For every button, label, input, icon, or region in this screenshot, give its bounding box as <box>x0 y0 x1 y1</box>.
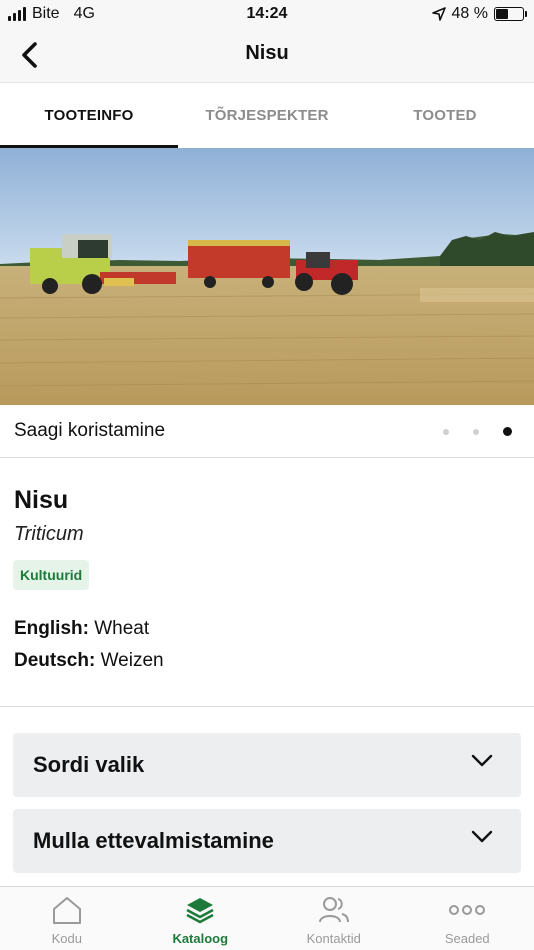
more-icon <box>449 905 486 915</box>
image-caption-row: Saagi koristamine <box>0 405 534 458</box>
battery-status: 48 % <box>431 5 527 23</box>
translation-language: Deutsch: <box>14 650 96 671</box>
harvest-photo <box>0 148 534 405</box>
accordion-sordi-valik[interactable]: Sordi valik <box>13 733 521 797</box>
category-tag[interactable]: Kultuurid <box>13 560 90 590</box>
plant-name: Nisu <box>14 486 69 514</box>
image-caption: Saagi koristamine <box>14 420 166 441</box>
tabbar-label: Kataloog <box>172 931 229 946</box>
tabbar-item-kontaktid[interactable]: Kontaktid <box>267 887 401 950</box>
translation-value: Weizen <box>100 650 164 671</box>
tabbar-item-seaded[interactable]: Seaded <box>401 887 534 950</box>
contacts-icon <box>318 897 349 923</box>
translation-value: Wheat <box>94 618 150 639</box>
tab-tooted[interactable]: TOOTED <box>356 83 534 148</box>
page-indicator[interactable] <box>443 427 512 436</box>
battery-icon <box>494 7 527 21</box>
status-bar: Bite 4G 14:24 48 % <box>0 0 534 28</box>
product-info: Nisu Triticum Kultuurid English: Wheat D… <box>0 458 534 707</box>
tabbar-label: Kontaktid <box>306 931 361 946</box>
page-title: Nisu <box>245 42 289 64</box>
tab-tooteinfo[interactable]: TOOTEINFO <box>0 83 178 148</box>
bottom-tab-bar: Kodu Kataloog Kontaktid Seaded <box>0 886 534 950</box>
accordion-label: Sordi valik <box>33 752 145 777</box>
accordion-mulla-ettevalmistamine[interactable]: Mulla ettevalmistamine <box>13 809 521 873</box>
hero-image[interactable] <box>0 148 534 405</box>
navigation-bar: Nisu <box>0 28 534 82</box>
page-dot[interactable] <box>473 428 479 435</box>
translation-english: English: Wheat <box>14 618 149 640</box>
tabbar-label: Seaded <box>444 931 490 946</box>
tabbar-label: Kodu <box>51 931 82 946</box>
translation-german: Deutsch: Weizen <box>14 650 164 672</box>
latin-name: Triticum <box>14 523 84 545</box>
page-dot-active[interactable] <box>503 427 512 436</box>
tabbar-item-kataloog[interactable]: Kataloog <box>134 887 268 950</box>
battery-percent: 48 % <box>451 5 488 22</box>
page-dot[interactable] <box>443 428 449 435</box>
location-arrow-icon <box>431 7 446 21</box>
chevron-down-icon <box>471 830 493 843</box>
tabbar-item-kodu[interactable]: Kodu <box>0 887 134 950</box>
layers-icon <box>186 898 214 924</box>
accordion-label: Mulla ettevalmistamine <box>33 828 274 853</box>
chevron-down-icon <box>471 754 493 767</box>
home-icon <box>52 897 81 924</box>
translation-language: English: <box>14 618 89 639</box>
tab-torjespekter[interactable]: TÕRJESPEKTER <box>178 83 356 148</box>
segment-tabs: TOOTEINFO TÕRJESPEKTER TOOTED <box>0 82 534 148</box>
